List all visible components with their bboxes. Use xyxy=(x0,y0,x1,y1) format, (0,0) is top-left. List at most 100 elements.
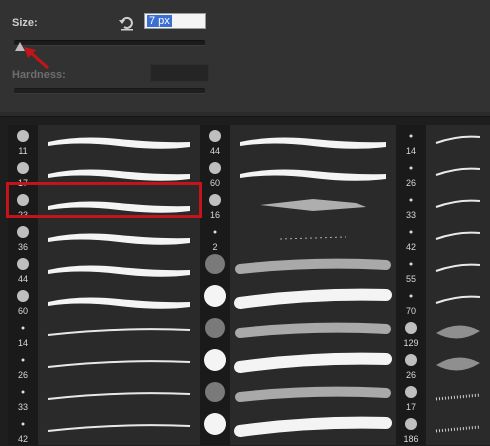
brush-preset[interactable]: 60 xyxy=(200,157,396,189)
brush-preset[interactable]: 44 xyxy=(8,253,200,285)
brush-tip-icon xyxy=(200,349,230,381)
brush-size-label: 14 xyxy=(17,338,28,348)
brush-size-label: 55 xyxy=(405,274,416,284)
brush-tip-icon: 14 xyxy=(396,125,426,157)
brush-preset[interactable]: 60 xyxy=(8,285,200,317)
brush-preset[interactable] xyxy=(200,349,396,381)
brush-preset[interactable]: 129 xyxy=(396,317,490,349)
brush-tip-icon: 16 xyxy=(200,189,230,221)
brush-stroke-preview xyxy=(426,381,490,413)
brush-size-label: 186 xyxy=(403,434,419,444)
brush-stroke-preview xyxy=(230,413,396,445)
brush-tip-icon: 42 xyxy=(396,221,426,253)
brush-tip-icon xyxy=(200,285,230,317)
brush-stroke-preview xyxy=(230,349,396,381)
brush-tip-icon: 2 xyxy=(200,221,230,253)
brush-preset[interactable]: 11 xyxy=(8,125,200,157)
brush-tip-icon: 36 xyxy=(8,221,38,253)
brush-preset[interactable]: 23 xyxy=(8,189,200,221)
brush-preset[interactable]: 26 xyxy=(396,157,490,189)
brush-stroke-preview xyxy=(230,189,396,221)
brush-tip-icon: 42 xyxy=(8,413,38,445)
brush-preset[interactable]: 186 xyxy=(396,413,490,445)
brush-stroke-preview xyxy=(426,253,490,285)
brush-preset[interactable]: 42 xyxy=(8,413,200,445)
brush-size-label: 36 xyxy=(17,242,28,252)
brush-preset[interactable]: 42 xyxy=(396,221,490,253)
brush-preset[interactable]: 33 xyxy=(396,189,490,221)
brush-size-label: 60 xyxy=(17,306,28,316)
brush-size-label: 129 xyxy=(403,338,419,348)
brush-preset[interactable]: 70 xyxy=(396,285,490,317)
brush-tip-icon: 26 xyxy=(8,349,38,381)
brush-size-label: 17 xyxy=(17,178,28,188)
brush-stroke-preview xyxy=(38,125,200,157)
brush-preset[interactable]: 17 xyxy=(396,381,490,413)
brush-preset[interactable]: 36 xyxy=(8,221,200,253)
brush-tip-icon: 23 xyxy=(8,189,38,221)
brush-size-label: 44 xyxy=(17,274,28,284)
brush-tip-icon: 44 xyxy=(200,125,230,157)
brush-tip-icon: 60 xyxy=(200,157,230,189)
brush-preset[interactable]: 55 xyxy=(396,253,490,285)
brush-preset[interactable] xyxy=(200,381,396,413)
brush-preset[interactable]: 14 xyxy=(396,125,490,157)
brush-preset[interactable]: 26 xyxy=(396,349,490,381)
brush-preset[interactable]: 26 xyxy=(8,349,200,381)
brush-stroke-preview xyxy=(230,317,396,349)
brush-tip-icon: 17 xyxy=(8,157,38,189)
brush-size-label: 42 xyxy=(17,434,28,444)
brush-size-label: 16 xyxy=(209,210,220,220)
brush-tip-icon xyxy=(200,413,230,445)
brush-size-label: 11 xyxy=(18,146,28,156)
brush-preset[interactable]: 33 xyxy=(8,381,200,413)
brush-preset[interactable]: 14 xyxy=(8,317,200,349)
brush-tip-icon: 129 xyxy=(396,317,426,349)
brush-stroke-preview xyxy=(426,317,490,349)
brush-stroke-preview xyxy=(426,157,490,189)
brush-tip-icon: 11 xyxy=(8,125,38,157)
brush-stroke-preview xyxy=(230,285,396,317)
brush-stroke-preview xyxy=(38,221,200,253)
brush-stroke-preview xyxy=(426,125,490,157)
brush-preset[interactable] xyxy=(200,413,396,445)
brush-stroke-preview xyxy=(38,285,200,317)
brush-column-3: 14 26 33 42 55 70 129 26 17 186 xyxy=(396,125,490,446)
brush-stroke-preview xyxy=(38,381,200,413)
brush-tip-icon: 186 xyxy=(396,413,426,445)
brush-stroke-preview xyxy=(426,413,490,445)
brush-preset[interactable]: 44 xyxy=(200,125,396,157)
brush-size-label: 26 xyxy=(405,370,416,380)
hardness-label: Hardness: xyxy=(12,69,66,81)
hardness-field[interactable] xyxy=(150,64,209,82)
brush-size-label: 33 xyxy=(17,402,28,412)
brush-size-label: 23 xyxy=(17,210,28,220)
brush-stroke-preview xyxy=(426,285,490,317)
hardness-slider-track[interactable] xyxy=(14,88,205,94)
brush-tip-icon: 60 xyxy=(8,285,38,317)
brush-preset[interactable] xyxy=(200,285,396,317)
brush-presets-grid: 11 17 23 36 44 60 14 26 33 42 44 60 16 2 14 26 33 42 55 7… xyxy=(0,116,490,446)
brush-size-label: 42 xyxy=(405,242,416,252)
brush-preset[interactable] xyxy=(200,253,396,285)
brush-preset[interactable]: 17 xyxy=(8,157,200,189)
brush-preset[interactable] xyxy=(200,317,396,349)
rotate-reset-icon[interactable] xyxy=(118,14,136,32)
brush-preset[interactable]: 2 xyxy=(200,221,396,253)
brush-size-label: 26 xyxy=(405,178,416,188)
brush-tip-icon: 26 xyxy=(396,349,426,381)
brush-size-label: 2 xyxy=(212,242,218,252)
brush-tip-icon xyxy=(200,317,230,349)
brush-column-2: 44 60 16 2 xyxy=(200,125,396,446)
brush-stroke-preview xyxy=(38,189,200,221)
brush-stroke-preview xyxy=(426,349,490,381)
brush-size-label: 33 xyxy=(405,210,416,220)
brush-preset[interactable]: 16 xyxy=(200,189,396,221)
brush-tip-icon: 17 xyxy=(396,381,426,413)
brush-tip-icon: 55 xyxy=(396,253,426,285)
brush-tip-icon: 33 xyxy=(396,189,426,221)
brush-stroke-preview xyxy=(38,253,200,285)
brush-tip-icon: 14 xyxy=(8,317,38,349)
brush-tip-icon: 70 xyxy=(396,285,426,317)
size-field[interactable]: 7 px xyxy=(144,13,206,29)
